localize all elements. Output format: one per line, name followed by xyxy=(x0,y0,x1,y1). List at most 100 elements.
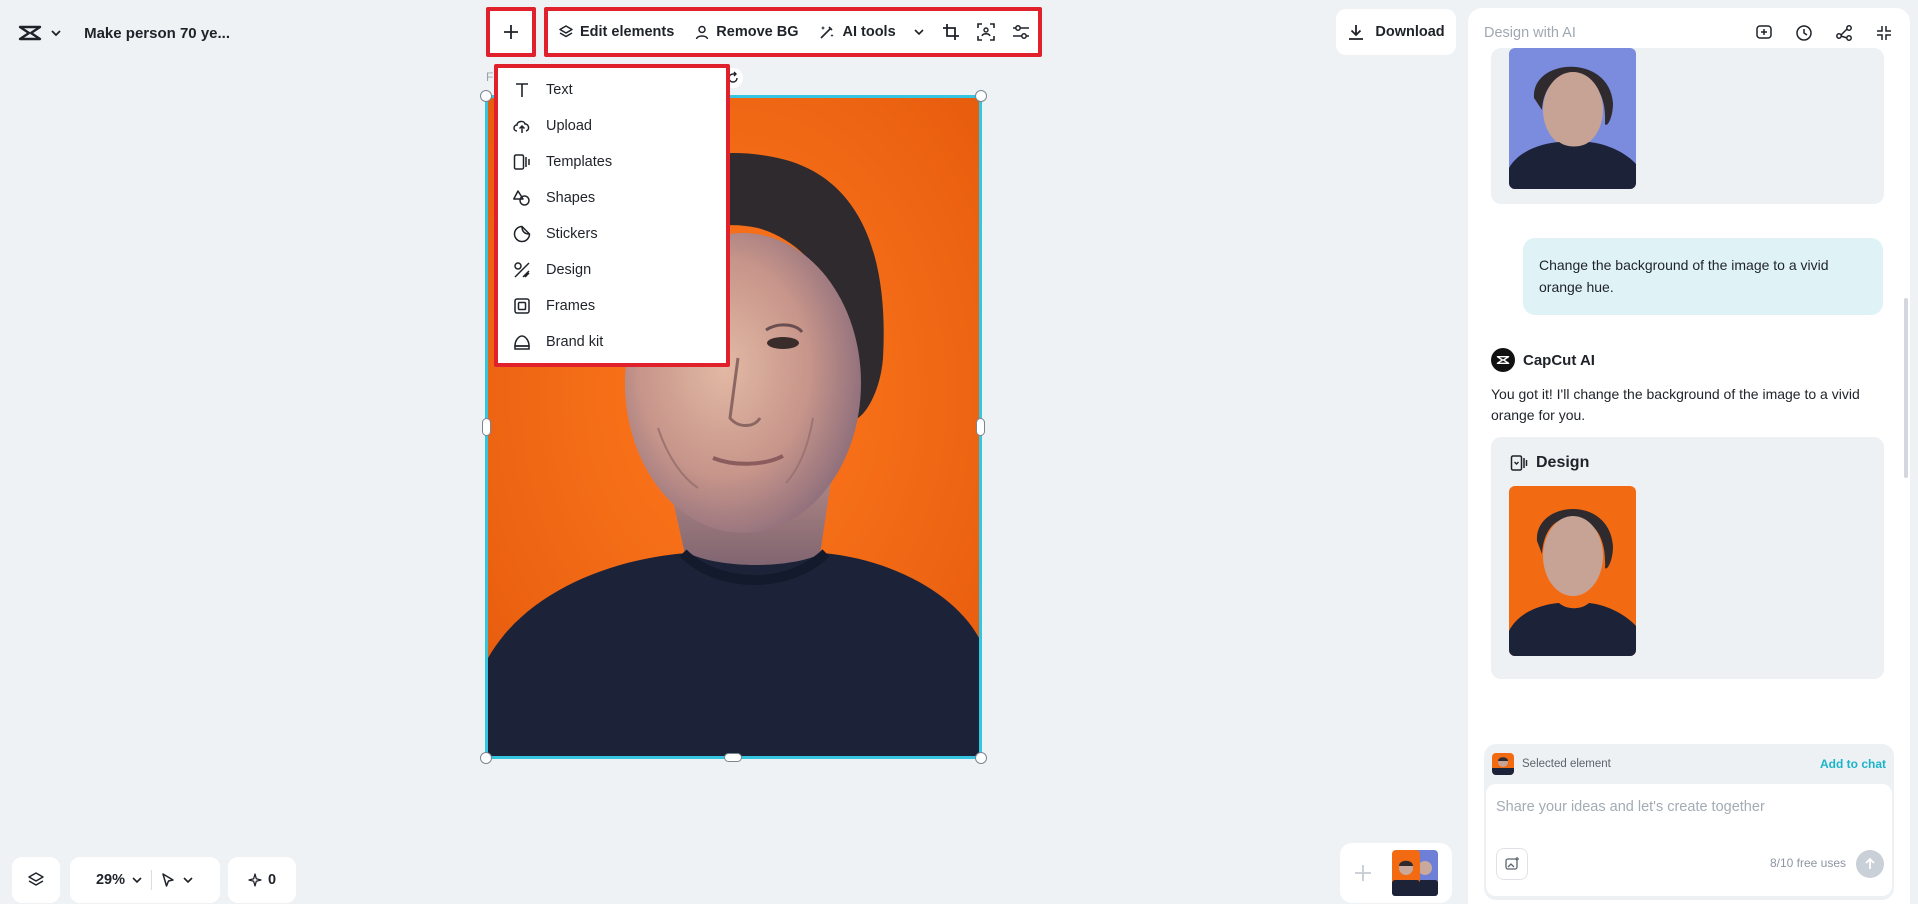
send-button[interactable] xyxy=(1856,850,1884,878)
menu-item-label: Brand kit xyxy=(546,334,604,350)
menu-item-label: Design xyxy=(546,262,592,278)
design-icon xyxy=(512,260,532,280)
menu-item-text[interactable]: Text xyxy=(498,72,726,108)
image-add-icon xyxy=(1504,856,1520,872)
chevron-down-icon[interactable] xyxy=(912,25,926,39)
add-element-button[interactable] xyxy=(486,7,536,57)
add-page-button[interactable] xyxy=(1348,858,1378,888)
resize-handle-right[interactable] xyxy=(976,418,985,436)
page-thumbnail[interactable] xyxy=(1390,850,1442,896)
panel-title: Design with AI xyxy=(1484,25,1576,41)
scan-icon xyxy=(977,23,995,41)
adjust-button[interactable] xyxy=(1003,13,1038,51)
menu-item-brand-kit[interactable]: Brand kit xyxy=(498,324,726,360)
project-menu[interactable]: Make person 70 ye... xyxy=(8,10,230,56)
share-icon xyxy=(1835,24,1853,42)
menu-item-stickers[interactable]: Stickers xyxy=(498,216,726,252)
remove-bg-label: Remove BG xyxy=(716,24,799,40)
chevron-down-icon xyxy=(182,874,194,886)
pointer-tool-dropdown[interactable] xyxy=(160,872,194,888)
arrow-up-icon xyxy=(1863,857,1877,871)
layers-icon xyxy=(558,24,574,40)
selected-element-row: Selected element Add to chat xyxy=(1492,752,1886,776)
zoom-control: 29% xyxy=(70,857,220,903)
add-to-chat-link[interactable]: Add to chat xyxy=(1820,757,1886,771)
free-uses-counter: 8/10 free uses xyxy=(1769,856,1846,870)
divider xyxy=(151,870,153,890)
credits-count: 0 xyxy=(267,872,277,888)
resize-handle-top-left[interactable] xyxy=(480,90,492,102)
text-icon xyxy=(512,80,532,100)
selected-element-thumbnail xyxy=(1492,753,1514,775)
layers-button[interactable] xyxy=(12,857,60,903)
menu-item-label: Shapes xyxy=(546,190,596,206)
ai-tools-button[interactable]: AI tools xyxy=(818,23,925,41)
design-icon xyxy=(1510,454,1528,472)
menu-item-label: Upload xyxy=(546,118,592,134)
collapse-button[interactable] xyxy=(1864,13,1904,53)
cloud-upload-icon xyxy=(512,116,532,136)
previous-design-thumbnail[interactable] xyxy=(1509,48,1636,189)
edit-elements-label: Edit elements xyxy=(580,24,675,40)
chevron-down-icon xyxy=(131,874,143,886)
element-toolbar: Edit elements Remove BG AI tools xyxy=(544,7,1042,57)
resize-handle-left[interactable] xyxy=(482,418,491,436)
project-title[interactable]: Make person 70 ye... xyxy=(84,25,230,42)
frame-label: F xyxy=(486,70,494,84)
menu-item-frames[interactable]: Frames xyxy=(498,288,726,324)
page-thumbnails xyxy=(1340,843,1452,903)
resize-handle-bottom-right[interactable] xyxy=(975,752,987,764)
design-result-thumbnail[interactable] xyxy=(1509,486,1636,656)
menu-item-upload[interactable]: Upload xyxy=(498,108,726,144)
plus-icon xyxy=(502,23,520,41)
smart-select-button[interactable] xyxy=(968,13,1003,51)
person-icon xyxy=(694,24,710,40)
design-with-ai-panel: Design with AI Change the background of … xyxy=(1468,8,1910,904)
resize-handle-bottom-left[interactable] xyxy=(480,752,492,764)
remove-bg-button[interactable]: Remove BG xyxy=(694,24,798,40)
assistant-message-text: You got it! I'll change the background o… xyxy=(1491,386,1860,423)
panel-scrollbar[interactable] xyxy=(1904,298,1908,478)
history-button[interactable] xyxy=(1784,13,1824,53)
capcut-logo-icon xyxy=(1491,348,1515,372)
chat-input[interactable] xyxy=(1496,794,1876,820)
frame-icon xyxy=(512,296,532,316)
ai-tools-label: AI tools xyxy=(842,24,896,40)
sticker-icon xyxy=(512,224,532,244)
menu-item-design[interactable]: Design xyxy=(498,252,726,288)
menu-item-shapes[interactable]: Shapes xyxy=(498,180,726,216)
chat-input-area: Selected element Add to chat 8/10 free u… xyxy=(1484,744,1894,900)
resize-handle-bottom[interactable] xyxy=(724,753,742,762)
new-chat-icon xyxy=(1755,24,1773,42)
resize-handle-top-right[interactable] xyxy=(975,90,987,102)
download-icon xyxy=(1347,23,1365,41)
selected-element-label: Selected element xyxy=(1522,758,1611,770)
image-upload-button[interactable] xyxy=(1496,848,1528,880)
menu-item-label: Text xyxy=(546,82,573,98)
templates-icon xyxy=(512,152,532,172)
insert-menu: Text Upload Templates Shapes Stickers De… xyxy=(494,64,730,367)
menu-item-label: Stickers xyxy=(546,226,598,242)
brand-kit-icon xyxy=(512,332,532,352)
menu-item-templates[interactable]: Templates xyxy=(498,144,726,180)
chevron-down-icon[interactable] xyxy=(48,25,64,41)
collapse-icon xyxy=(1875,24,1893,42)
share-button[interactable] xyxy=(1824,13,1864,53)
sparkle-icon xyxy=(248,873,262,887)
cursor-icon xyxy=(160,872,176,888)
new-chat-button[interactable] xyxy=(1744,13,1784,53)
crop-button[interactable] xyxy=(934,13,969,51)
chat-box: 8/10 free uses xyxy=(1486,784,1892,896)
credits-button[interactable]: 0 xyxy=(228,857,296,903)
design-card-title: Design xyxy=(1536,454,1590,471)
shapes-icon xyxy=(512,188,532,208)
download-label: Download xyxy=(1375,24,1445,40)
design-card-header: Design xyxy=(1510,454,1589,472)
download-button[interactable]: Download xyxy=(1336,9,1456,55)
menu-item-label: Frames xyxy=(546,298,596,314)
zoom-dropdown[interactable]: 29% xyxy=(96,872,143,888)
plus-icon xyxy=(1352,862,1374,884)
edit-elements-button[interactable]: Edit elements xyxy=(558,24,674,40)
capcut-logo-icon[interactable] xyxy=(18,18,42,48)
magic-wand-icon xyxy=(818,23,836,41)
